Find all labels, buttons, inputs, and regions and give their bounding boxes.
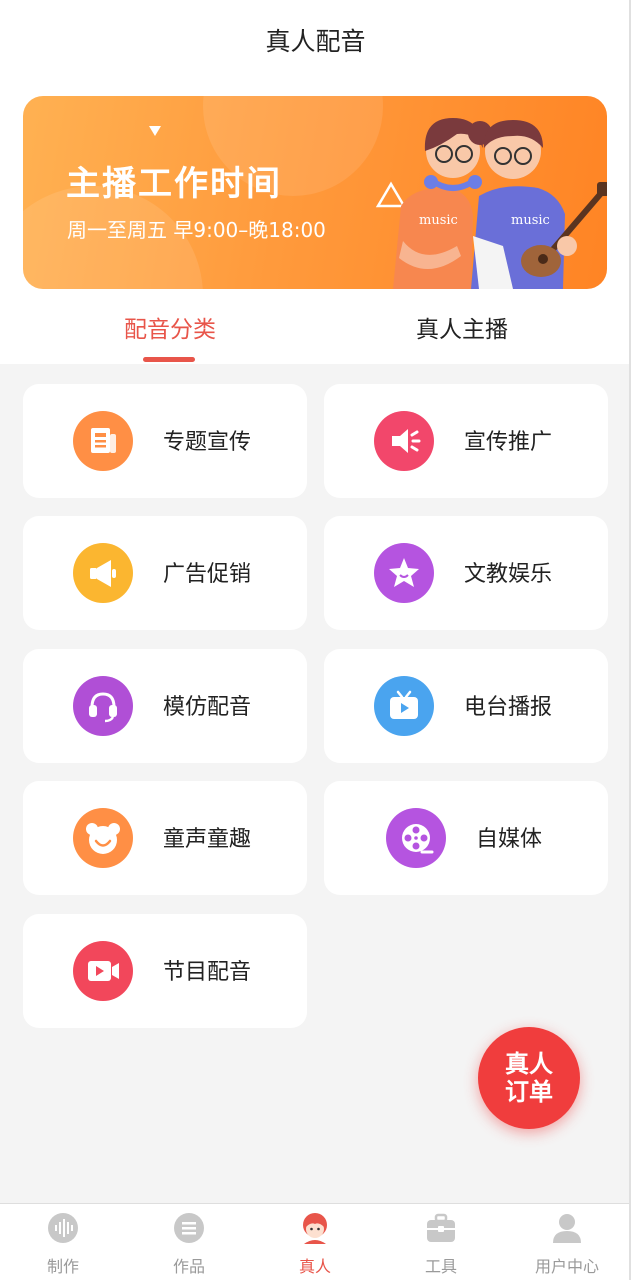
- list-icon: [174, 1213, 204, 1243]
- category-label: 宣传推广: [464, 430, 553, 455]
- category-card-special-promo[interactable]: 专题宣传: [23, 384, 307, 498]
- triangle-decoration-icon: [149, 126, 161, 136]
- category-tabs: 配音分类 真人主播: [0, 300, 631, 364]
- category-label: 模仿配音: [163, 695, 252, 720]
- header: 真人配音 主播工作时间 周一至周五 早9:00–晚18:00 music mus…: [0, 0, 631, 364]
- banner-subtitle: 周一至周五 早9:00–晚18:00: [67, 218, 326, 242]
- bottom-tab-bar: 制作 作品 真人 工具 用户中心: [0, 1203, 631, 1280]
- fab-label-line2: 订单: [505, 1078, 553, 1106]
- tabbar-label: 用户中心: [534, 1257, 599, 1276]
- category-label: 电台播报: [464, 695, 553, 720]
- category-label: 节目配音: [163, 960, 252, 985]
- category-card-promotion[interactable]: 宣传推广: [324, 384, 608, 498]
- toolbox-icon: [427, 1213, 455, 1242]
- category-card-edu-entertainment[interactable]: 文教娱乐: [324, 516, 608, 630]
- tabbar-label: 工具: [424, 1257, 457, 1276]
- live-orders-fab[interactable]: 真人 订单: [478, 1027, 580, 1129]
- category-label: 童声童趣: [163, 827, 252, 852]
- megaphone-icon: [374, 411, 434, 471]
- tabbar-item-works[interactable]: 作品: [126, 1212, 252, 1277]
- tabbar-label: 真人: [298, 1257, 331, 1276]
- star-icon: [374, 543, 434, 603]
- page-title: 真人配音: [265, 27, 366, 56]
- headset-icon: [73, 676, 133, 736]
- svg-text:music: music: [419, 213, 458, 228]
- tabbar-item-user-center[interactable]: 用户中心: [504, 1212, 630, 1277]
- category-label: 专题宣传: [163, 430, 252, 455]
- waveform-icon: [48, 1213, 78, 1243]
- tabbar-item-make[interactable]: 制作: [0, 1212, 126, 1277]
- triangle-outline-icon: [375, 181, 407, 208]
- category-card-ad-sales[interactable]: 广告促销: [23, 516, 307, 630]
- film-reel-icon: [386, 808, 446, 868]
- category-label: 文教娱乐: [464, 562, 553, 587]
- tv-play-icon: [374, 676, 434, 736]
- active-tab-indicator: [143, 357, 195, 362]
- tabbar-item-tools[interactable]: 工具: [378, 1212, 504, 1277]
- tabbar-label: 制作: [46, 1257, 79, 1276]
- category-label: 广告促销: [163, 562, 252, 587]
- user-icon: [553, 1214, 581, 1243]
- video-camera-icon: [73, 941, 133, 1001]
- couple-illustration: music music: [375, 118, 607, 289]
- loudspeaker-icon: [73, 543, 133, 603]
- document-icon: [73, 411, 133, 471]
- person-avatar-icon: [303, 1213, 327, 1244]
- category-card-self-media[interactable]: 自媒体: [324, 781, 608, 895]
- category-label: 自媒体: [476, 827, 543, 852]
- category-card-imitation[interactable]: 模仿配音: [23, 649, 307, 763]
- svg-text:music: music: [511, 213, 550, 228]
- category-card-program-dubbing[interactable]: 节目配音: [23, 914, 307, 1028]
- work-hours-banner[interactable]: 主播工作时间 周一至周五 早9:00–晚18:00 music music: [23, 96, 607, 289]
- tabbar-item-live[interactable]: 真人: [252, 1212, 378, 1277]
- tab-dubbing-categories[interactable]: 配音分类: [70, 310, 270, 344]
- tab-live-anchors[interactable]: 真人主播: [362, 310, 562, 344]
- banner-title: 主播工作时间: [66, 164, 282, 204]
- category-card-radio[interactable]: 电台播报: [324, 649, 608, 763]
- fab-label-line1: 真人: [505, 1050, 553, 1078]
- bear-icon: [73, 808, 133, 868]
- tabbar-label: 作品: [172, 1257, 205, 1276]
- category-card-kids-voice[interactable]: 童声童趣: [23, 781, 307, 895]
